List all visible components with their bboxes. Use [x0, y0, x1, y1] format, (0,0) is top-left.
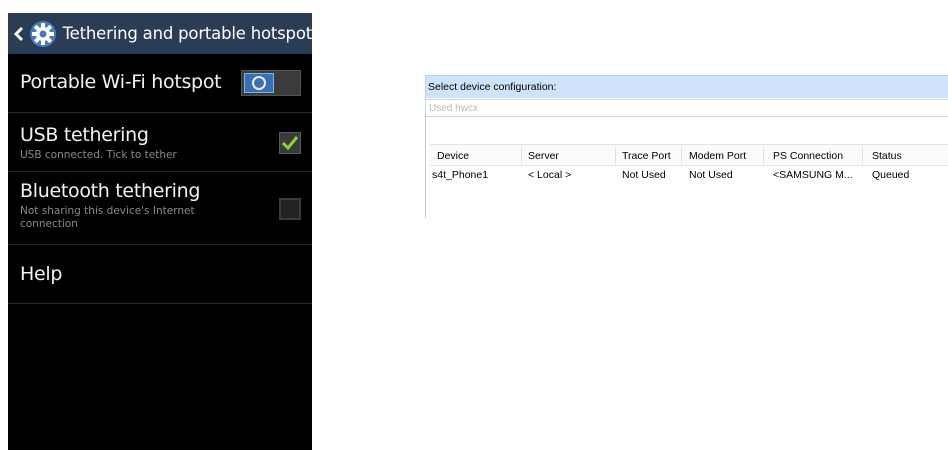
select-config-header: Select device configuration:: [425, 75, 948, 98]
column-divider: [862, 147, 863, 164]
setting-title: Portable Wi-Fi hotspot: [20, 71, 222, 93]
column-header-status[interactable]: Status: [872, 150, 902, 162]
column-header-ps-connection[interactable]: PS Connection: [773, 150, 843, 162]
config-combo-value: Used hwcx: [429, 103, 478, 114]
column-header-server[interactable]: Server: [528, 150, 559, 162]
cell-status: Queued: [872, 169, 910, 181]
setting-title: Bluetooth tethering: [20, 180, 201, 202]
column-divider: [521, 147, 522, 164]
setting-subtitle: Not sharing this device's Internet conne…: [20, 205, 195, 230]
toggle-knob: [244, 73, 274, 93]
page-title: Tethering and portable hotspot: [62, 24, 312, 43]
column-divider: [681, 147, 682, 164]
table-row[interactable]: s4t_Phone1 < Local > Not Used Not Used <…: [430, 166, 948, 184]
wifi-hotspot-toggle[interactable]: [241, 70, 301, 96]
setting-usb-tethering[interactable]: USB tethering USB connected. Tick to tet…: [8, 113, 312, 172]
cell-device: s4t_Phone1: [432, 169, 489, 181]
setting-help[interactable]: Help: [8, 245, 312, 304]
action-bar: Tethering and portable hotspot: [8, 13, 312, 54]
setting-title: USB tethering: [20, 124, 149, 146]
setting-subtitle: USB connected. Tick to tether: [20, 149, 177, 161]
settings-gear-icon: [28, 18, 59, 50]
cell-ps-connection: <SAMSUNG M...: [773, 169, 853, 181]
setting-bluetooth-tethering[interactable]: Bluetooth tethering Not sharing this dev…: [8, 172, 312, 245]
config-combo-box[interactable]: Used hwcx: [425, 99, 948, 117]
cell-modem-port: Not Used: [689, 169, 733, 181]
column-header-modem-port[interactable]: Modem Port: [689, 150, 746, 162]
column-divider: [763, 147, 764, 164]
back-chevron-icon[interactable]: [10, 13, 28, 54]
setting-wifi-hotspot[interactable]: Portable Wi-Fi hotspot: [8, 54, 312, 113]
usb-tethering-checkbox[interactable]: [279, 132, 301, 154]
android-phone-screen: Tethering and portable hotspot Portable …: [8, 13, 312, 450]
setting-title: Help: [20, 263, 63, 285]
cell-trace-port: Not Used: [622, 169, 666, 181]
device-configuration-panel: Select device configuration: Used hwcx D…: [425, 75, 948, 218]
select-config-label: Select device configuration:: [428, 81, 557, 93]
device-table: Device Server Trace Port Modem Port PS C…: [425, 117, 948, 218]
column-header-device[interactable]: Device: [437, 150, 469, 162]
bluetooth-tethering-checkbox[interactable]: [279, 198, 301, 220]
cell-server: < Local >: [528, 169, 572, 181]
checkmark-icon: [281, 136, 299, 151]
table-header-row: Device Server Trace Port Modem Port PS C…: [430, 144, 948, 166]
column-divider: [615, 147, 616, 164]
column-header-trace-port[interactable]: Trace Port: [622, 150, 671, 162]
power-ring-icon: [252, 76, 266, 90]
